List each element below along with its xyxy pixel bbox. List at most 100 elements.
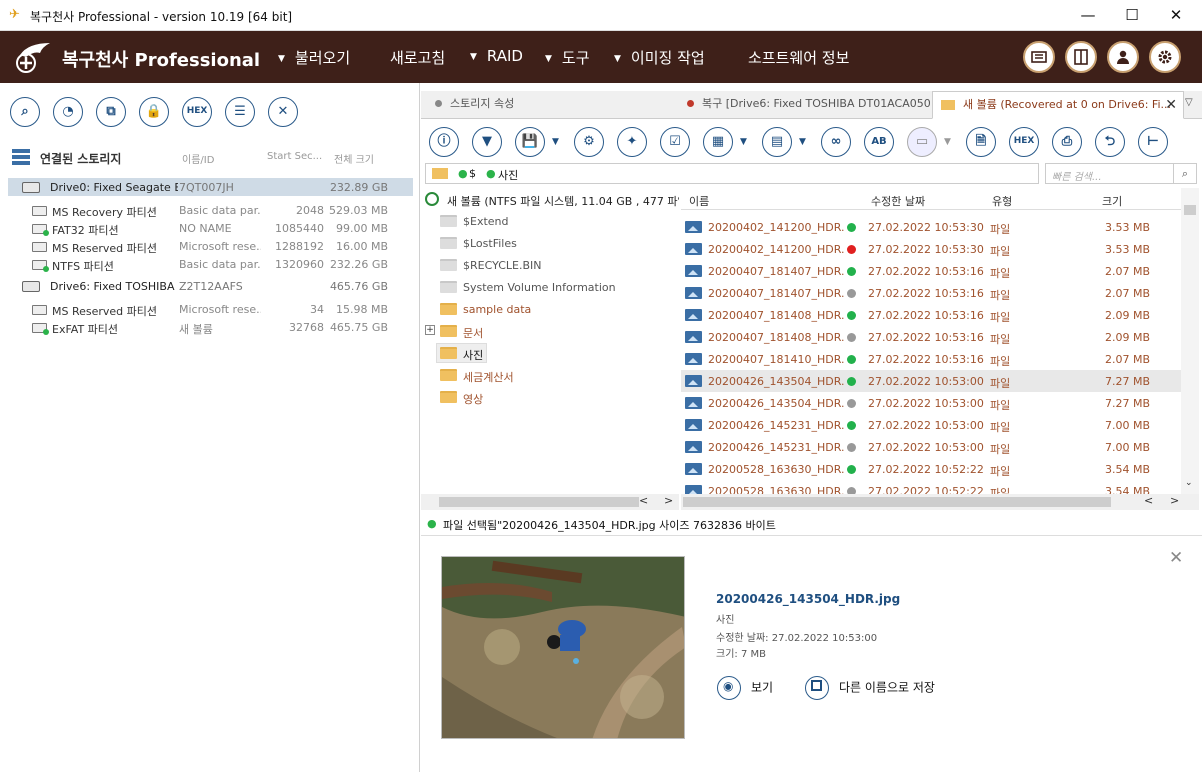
scroll-right-icon[interactable]: > (664, 494, 673, 507)
path-current[interactable]: 사진 (498, 167, 518, 183)
tree-view-button[interactable]: ⊢ (1138, 127, 1168, 157)
scan-button[interactable]: ◔ (53, 97, 83, 127)
file-row[interactable]: 20200407_181408_HDR.jp... 27.02.2022 10:5… (681, 326, 1181, 348)
preview-mode-button[interactable]: ▭ (907, 127, 937, 157)
partition-row[interactable]: NTFS 파티션 Basic data par... 1320960 232.2… (8, 255, 413, 273)
save-settings-button[interactable]: ⚙ (574, 127, 604, 157)
layout-dropdown-icon[interactable]: ▼ (799, 137, 806, 147)
maximize-button[interactable]: ☐ (1110, 0, 1154, 31)
layout-button[interactable]: ▤ (762, 127, 792, 157)
tree-hscrollbar[interactable]: < > (421, 494, 679, 510)
tree-item[interactable]: sample data (421, 299, 679, 319)
col-name[interactable]: 이름 (689, 193, 709, 209)
menu-about[interactable]: 소프트웨어 정보 (748, 47, 849, 68)
log-button[interactable] (1023, 41, 1055, 73)
save-as-button[interactable]: 다른 이름으로 저장 (805, 676, 935, 700)
view-button[interactable]: ◉ 보기 (717, 676, 773, 700)
remove-button[interactable]: ✕ (268, 97, 298, 127)
file-row[interactable]: 20200407_181410_HDR.jp... 27.02.2022 10:5… (681, 348, 1181, 370)
path-root[interactable]: $ (469, 167, 476, 180)
export-button[interactable]: 🗎 (966, 127, 996, 157)
checklist-button[interactable]: ☑ (660, 127, 690, 157)
scroll-thumb[interactable] (1184, 205, 1196, 215)
lock-button[interactable]: 🔒 (139, 97, 169, 127)
tab-storage-properties[interactable]: 스토리지 속성 (431, 91, 681, 119)
tree-root[interactable]: 새 볼륨 (NTFS 파일 시스템, 11.04 GB , 477 파일 (421, 189, 679, 209)
view-mode-button[interactable]: ▦ (703, 127, 733, 157)
col-modified[interactable]: 수정한 날짜 (871, 193, 925, 209)
menu-tools[interactable]: ▼ 도구 (545, 47, 590, 68)
scroll-left-icon[interactable]: < (639, 494, 648, 507)
search-icon[interactable]: ⌕ (1173, 163, 1197, 184)
file-row[interactable]: 20200426_143504_HDR.jp... 27.02.2022 10:5… (681, 392, 1181, 414)
account-button[interactable] (1107, 41, 1139, 73)
go-up-button[interactable]: ⮌ (1095, 127, 1125, 157)
hex-view-button[interactable]: HEX (182, 97, 212, 127)
scroll-thumb[interactable] (683, 497, 1111, 507)
save-dropdown-icon[interactable]: ▼ (552, 137, 559, 147)
view-dropdown-icon[interactable]: ▼ (740, 137, 747, 147)
properties-button[interactable]: ☰ (225, 97, 255, 127)
settings-button[interactable] (1149, 41, 1181, 73)
tab-overflow-icon[interactable]: ▽ (1185, 97, 1193, 108)
partition-row[interactable]: MS Reserved 파티션 Microsoft rese... 128819… (8, 237, 413, 255)
menu-refresh[interactable]: 새로고침 (390, 47, 445, 68)
address-bar[interactable]: ● $ ● 사진 (425, 163, 1039, 184)
tree-item[interactable]: 세금계산서 (421, 365, 679, 385)
col-total-size[interactable]: 전체 크기 (334, 151, 374, 166)
drive-row[interactable]: Drive6: Fixed TOSHIBA ... Z2T12AAFS 465.… (8, 277, 413, 295)
image-drive-button[interactable]: ⧉ (96, 97, 126, 127)
hex-editor-button[interactable]: HEX (1009, 127, 1039, 157)
file-row[interactable]: 20200426_143504_HDR.jp... 27.02.2022 10:5… (681, 370, 1181, 392)
filter-button[interactable]: ▼ (472, 127, 502, 157)
file-row[interactable]: 20200407_181407_HDR.jp... 27.02.2022 10:5… (681, 260, 1181, 282)
file-row[interactable]: 20200402_141200_HDR.jp... 27.02.2022 10:5… (681, 238, 1181, 260)
tab-close-icon[interactable]: ✕ (1165, 92, 1177, 118)
tab-volume[interactable]: 새 볼륨 (Recovered at 0 on Drive6: Fi... ✕ (932, 91, 1184, 119)
file-row[interactable]: 20200426_145231_HDR.jp... 27.02.2022 10:5… (681, 436, 1181, 458)
info-button[interactable]: ⓘ (429, 127, 459, 157)
wizard-button[interactable]: ✦ (617, 127, 647, 157)
preview-dropdown-icon[interactable]: ▼ (944, 137, 951, 147)
tree-item[interactable]: $LostFiles (421, 233, 679, 253)
minimize-button[interactable]: — (1066, 0, 1110, 31)
print-button[interactable]: ⎙ (1052, 127, 1082, 157)
file-hscrollbar[interactable]: < > (681, 494, 1199, 510)
file-row[interactable]: 20200407_181407_HDR.jp... 27.02.2022 10:5… (681, 282, 1181, 304)
file-row[interactable]: 20200528_163630_HDR.jp... 27.02.2022 10:5… (681, 458, 1181, 480)
expand-icon[interactable]: + (425, 325, 435, 335)
col-name-id[interactable]: 이름/ID (182, 151, 214, 166)
col-type[interactable]: 유형 (992, 193, 1012, 209)
partition-row[interactable]: MS Reserved 파티션 Microsoft rese... 34 15.… (8, 300, 413, 318)
partition-row[interactable]: MS Recovery 파티션 Basic data par... 2048 5… (8, 201, 413, 219)
tree-item[interactable]: System Volume Information (421, 277, 679, 297)
partition-row[interactable]: FAT32 파티션 NO NAME 1085440 99.00 MB (8, 219, 413, 237)
find-button[interactable]: ∞ (821, 127, 851, 157)
partition-row[interactable]: ExFAT 파티션 새 볼륨 32768 465.75 GB (8, 318, 413, 336)
save-button[interactable]: 💾 (515, 127, 545, 157)
photo-thumbnail[interactable] (441, 556, 685, 739)
panel-toggle-button[interactable] (1065, 41, 1097, 73)
search-drive-button[interactable]: ⌕ (10, 97, 40, 127)
scroll-left-icon[interactable]: < (1144, 494, 1153, 507)
tab-recovery[interactable]: 복구 [Drive6: Fixed TOSHIBA DT01ACA050... (683, 91, 931, 119)
file-row[interactable]: 20200402_141200_HDR.jp... 27.02.2022 10:5… (681, 216, 1181, 238)
scroll-thumb[interactable] (439, 497, 639, 507)
file-row[interactable]: 20200407_181408_HDR.jp... 27.02.2022 10:5… (681, 304, 1181, 326)
close-window-button[interactable]: ✕ (1154, 0, 1198, 31)
col-size[interactable]: 크기 (1102, 193, 1122, 209)
tree-item[interactable]: 영상 (421, 387, 679, 407)
rename-button[interactable]: AB (864, 127, 894, 157)
scroll-right-icon[interactable]: > (1170, 494, 1179, 507)
tree-item[interactable]: + 문서 (421, 321, 679, 341)
file-vscrollbar[interactable]: ⌄ (1181, 188, 1199, 496)
tree-item[interactable]: $Extend (421, 211, 679, 231)
scroll-down-icon[interactable]: ⌄ (1185, 478, 1193, 488)
preview-close-icon[interactable]: ✕ (1169, 548, 1183, 568)
menu-load[interactable]: ▼ 불러오기 (278, 47, 350, 68)
col-start-sector[interactable]: Start Sec... (267, 151, 322, 162)
tree-item[interactable]: $RECYCLE.BIN (421, 255, 679, 275)
tree-item-selected[interactable]: 사진 (421, 343, 679, 363)
menu-imaging[interactable]: ▼ 이미징 작업 (614, 47, 705, 68)
file-row[interactable]: 20200426_145231_HDR.jp... 27.02.2022 10:5… (681, 414, 1181, 436)
